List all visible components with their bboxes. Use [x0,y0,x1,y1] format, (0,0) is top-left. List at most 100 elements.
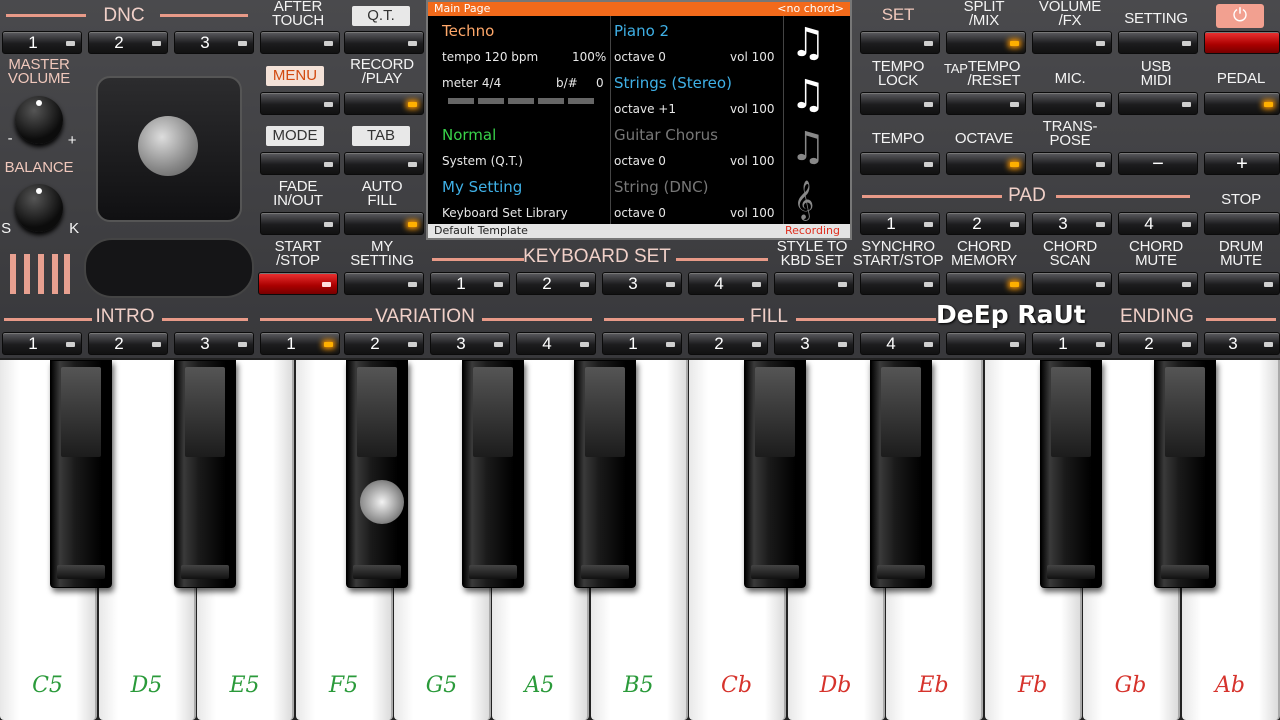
set-label: SET [881,5,915,24]
transpose-label: TRANS- POSE [1042,118,1098,149]
fill-button-3[interactable]: 3 [774,332,854,355]
keyboard-set-button-2[interactable]: 2 [516,272,596,295]
part-low-name[interactable]: String (DNC) [614,178,708,196]
pad-button-4[interactable]: 4 [1118,212,1198,235]
keyboard-set-button-3[interactable]: 3 [602,272,682,295]
octave-button[interactable] [946,152,1026,175]
chord-scan-button[interactable] [1032,272,1112,295]
pad-stop-button[interactable] [1204,212,1280,235]
black-key-a-sharp[interactable] [574,360,636,588]
balance-label: BALANCE [4,159,74,176]
style-name[interactable]: Techno [442,22,494,40]
black-key-d-sharp[interactable] [174,360,236,588]
power-icon[interactable]: ⏻ [1216,4,1264,28]
setting-button[interactable] [1118,31,1198,54]
ending-button-3[interactable]: 3 [1204,332,1280,355]
keyboard-set-button-1[interactable]: 1 [430,272,510,295]
part-up3-name[interactable]: Guitar Chorus [614,126,718,144]
mic-button[interactable] [1032,92,1112,115]
mode-button[interactable] [260,152,340,175]
style-kbd-button[interactable] [774,272,854,295]
tab-button[interactable] [344,152,424,175]
record-play-button[interactable] [344,92,424,115]
master-volume-knob[interactable] [15,96,63,144]
my-setting-button[interactable] [344,272,424,295]
power-button[interactable] [1204,31,1280,54]
black-key-g-sharp-2[interactable] [1154,360,1216,588]
part-low-octave: octave 0 [614,206,666,220]
key-label: F5 [328,673,359,698]
break-button[interactable] [946,332,1026,355]
part-up2-vol: vol 100 [730,102,775,116]
tap-tempo-button[interactable] [946,92,1026,115]
master-volume-label: MASTER VOLUME [7,56,71,87]
mixer-sliders-icon[interactable] [6,252,72,296]
system-sub: System (Q.T.) [442,154,523,168]
tempo-button[interactable] [860,152,940,175]
pedal-button[interactable] [1204,92,1280,115]
volume-fx-button[interactable] [1032,31,1112,54]
joystick-pad[interactable] [96,76,242,222]
ending-button-2[interactable]: 2 [1118,332,1198,355]
key-label: Db [819,673,852,698]
style-bsharp: b/# [556,76,578,90]
joystick-ball[interactable] [138,116,198,176]
synchro-button[interactable] [860,272,940,295]
black-key-c-sharp[interactable] [50,360,112,588]
system-name[interactable]: Normal [442,126,496,144]
qt-tag: Q.T. [352,6,410,26]
keyboard-set-button-4[interactable]: 4 [688,272,768,295]
intro-button-1[interactable]: 1 [2,332,82,355]
set-button[interactable] [860,31,940,54]
dnc-line-left [6,14,86,17]
chord-memory-button[interactable] [946,272,1026,295]
pad-button-1[interactable]: 1 [860,212,940,235]
fill-button-4[interactable]: 4 [860,332,940,355]
black-key-f-sharp[interactable] [346,360,408,588]
minus-button[interactable]: − [1118,152,1198,175]
part-up2-name[interactable]: Strings (Stereo) [614,74,732,92]
dnc-button-3[interactable]: 3 [174,31,254,54]
variation-button-4[interactable]: 4 [516,332,596,355]
menu-button[interactable] [260,92,340,115]
black-key-d-sharp-2[interactable] [870,360,932,588]
pedal-label: PEDAL [1216,70,1266,87]
key-label: Eb [918,673,949,698]
transpose-button[interactable] [1032,152,1112,175]
fade-button[interactable] [260,212,340,235]
black-key-c-sharp-2[interactable] [744,360,806,588]
split-button[interactable] [946,31,1026,54]
chord-mute-button[interactable] [1118,272,1198,295]
black-key-f-sharp-2[interactable] [1040,360,1102,588]
fill-button-1[interactable]: 1 [602,332,682,355]
start-stop-button[interactable] [258,272,338,295]
after-touch-button[interactable] [260,31,340,54]
part-up1-octave: octave 0 [614,50,666,64]
tempo-lock-button[interactable] [860,92,940,115]
kbd-set-name[interactable]: My Setting [442,178,522,196]
pad-button-3[interactable]: 3 [1032,212,1112,235]
dnc-button-2[interactable]: 2 [88,31,168,54]
qt-button[interactable] [344,31,424,54]
usb-midi-button[interactable] [1118,92,1198,115]
music-note-icon-up3: ♫ [790,124,826,170]
intro-button-2[interactable]: 2 [88,332,168,355]
mode-tag: MODE [266,126,324,146]
pad-button-2[interactable]: 2 [946,212,1026,235]
ending-button-1[interactable]: 1 [1032,332,1112,355]
variation-button-3[interactable]: 3 [430,332,510,355]
auto-fill-button[interactable] [344,212,424,235]
balance-knob[interactable] [15,184,63,232]
variation-button-2[interactable]: 2 [344,332,424,355]
intro-button-3[interactable]: 3 [174,332,254,355]
black-key-g-sharp[interactable] [462,360,524,588]
part-up1-name[interactable]: Piano 2 [614,22,669,40]
plus-button[interactable]: + [1204,152,1280,175]
drum-mute-button[interactable] [1204,272,1280,295]
music-note-icon-up2: ♫ [790,72,826,118]
dnc-button-1[interactable]: 1 [2,31,82,54]
dnc-label: DNC [103,5,145,26]
variation-button-1[interactable]: 1 [260,332,340,355]
ribbon-pad[interactable] [84,238,254,298]
fill-button-2[interactable]: 2 [688,332,768,355]
